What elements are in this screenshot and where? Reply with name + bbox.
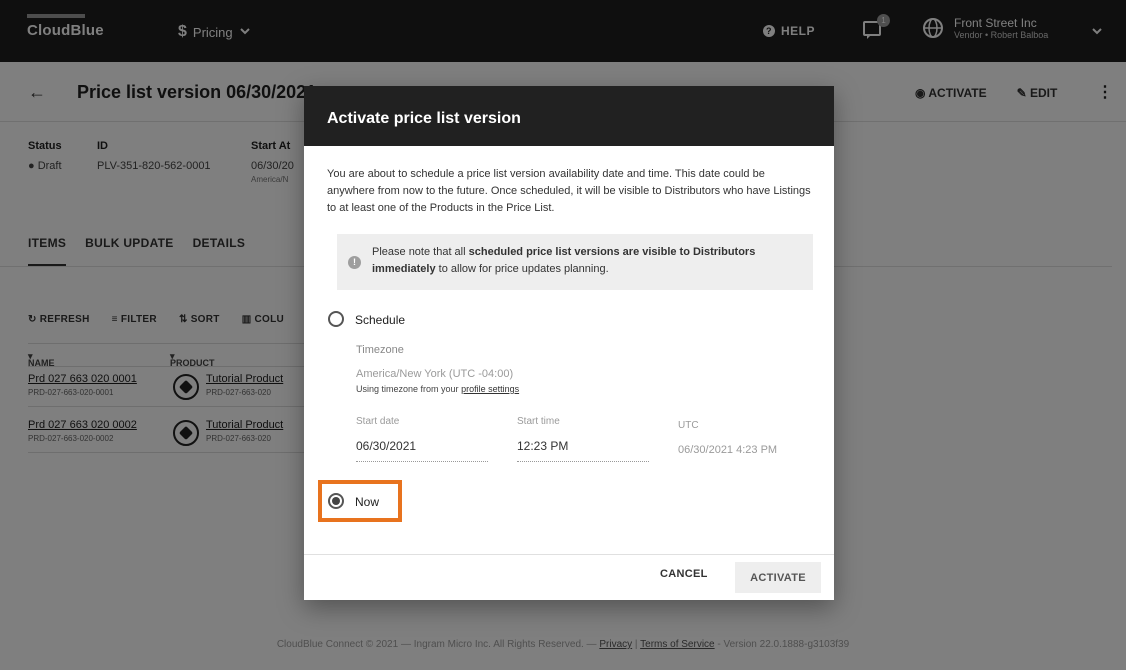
utc-label: UTC xyxy=(678,420,699,431)
utc-value: 06/30/2021 4:23 PM xyxy=(678,444,778,456)
start-time-underline xyxy=(517,461,649,462)
timezone-value: America/New York (UTC -04:00) xyxy=(356,368,514,380)
start-date-input[interactable]: 06/30/2021 xyxy=(356,439,416,453)
start-time-input[interactable]: 12:23 PM xyxy=(517,439,568,453)
start-time-label: Start time xyxy=(517,416,560,427)
highlight-box xyxy=(318,480,402,522)
timezone-label: Timezone xyxy=(356,344,404,356)
schedule-radio-label[interactable]: Schedule xyxy=(355,313,405,327)
divider xyxy=(304,554,834,555)
start-date-label: Start date xyxy=(356,416,400,427)
timezone-hint: Using timezone from your profile setting… xyxy=(356,384,520,394)
cancel-button[interactable]: CANCEL xyxy=(660,568,708,580)
activate-dialog: Activate price list version You are abou… xyxy=(304,86,834,600)
dialog-description: You are about to schedule a price list v… xyxy=(327,168,811,214)
activate-button[interactable]: ACTIVATE xyxy=(735,562,821,593)
schedule-radio[interactable] xyxy=(328,311,344,327)
profile-settings-link[interactable]: profile settings xyxy=(461,384,519,394)
info-icon: ! xyxy=(348,256,361,269)
dialog-title: Activate price list version xyxy=(304,86,834,146)
start-date-underline xyxy=(356,461,488,462)
info-notice: ! Please note that all scheduled price l… xyxy=(337,234,813,290)
notice-text: Please note that all scheduled price lis… xyxy=(372,246,756,275)
